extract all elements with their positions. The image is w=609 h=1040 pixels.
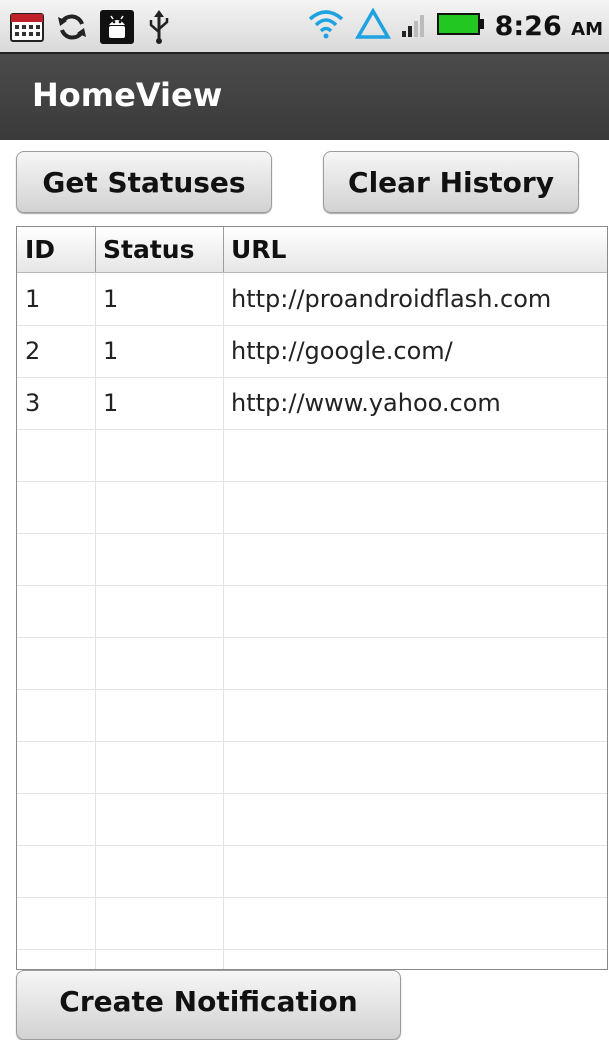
empty-table-row	[17, 741, 607, 794]
row-url: http://proandroidflash.com	[231, 285, 552, 313]
create-notification-button[interactable]: Create Notification	[16, 970, 401, 1040]
usb-icon	[146, 10, 172, 48]
status-bar: 8:26 AM	[0, 0, 609, 53]
battery-icon	[436, 11, 485, 41]
column-header-id[interactable]: ID	[17, 227, 95, 272]
empty-table-row	[17, 533, 607, 586]
page-title: HomeView	[32, 76, 223, 114]
table-row[interactable]: 2 1 http://google.com/	[17, 325, 607, 378]
header-divider	[223, 227, 224, 272]
title-bar: HomeView	[0, 52, 609, 140]
empty-table-row	[17, 481, 607, 534]
table-row[interactable]: 1 1 http://proandroidflash.com	[17, 273, 607, 326]
clock: 8:26 AM	[495, 11, 603, 42]
empty-table-row	[17, 689, 607, 742]
data-transfer-icon	[354, 7, 391, 44]
header-divider	[95, 227, 96, 272]
row-status: 1	[103, 337, 119, 365]
empty-table-row	[17, 637, 607, 690]
signal-icon	[401, 9, 427, 43]
status-table: ID Status URL 1 1 http://proandroidflash…	[16, 226, 608, 970]
empty-table-row	[17, 585, 607, 638]
column-header-url[interactable]: URL	[223, 227, 607, 272]
get-statuses-button[interactable]: Get Statuses	[16, 151, 272, 213]
row-id: 3	[25, 389, 41, 417]
empty-table-row	[17, 845, 607, 898]
empty-table-row	[17, 949, 607, 969]
table-row[interactable]: 3 1 http://www.yahoo.com	[17, 377, 607, 430]
row-status: 1	[103, 285, 119, 313]
row-url: http://www.yahoo.com	[231, 389, 501, 417]
column-header-status[interactable]: Status	[95, 227, 223, 272]
empty-table-row	[17, 897, 607, 950]
clock-ampm: AM	[571, 18, 603, 40]
clock-time: 8:26	[494, 10, 562, 42]
row-id: 1	[25, 285, 41, 313]
row-status: 1	[103, 389, 119, 417]
empty-table-row	[17, 429, 607, 482]
row-url: http://google.com/	[231, 337, 453, 365]
wifi-icon	[307, 9, 345, 43]
table-header: ID Status URL	[17, 227, 607, 273]
row-id: 2	[25, 337, 41, 365]
clear-history-button[interactable]: Clear History	[323, 151, 579, 213]
calendar-icon	[10, 12, 44, 46]
sync-icon	[56, 11, 88, 47]
android-debug-icon	[100, 10, 134, 48]
empty-table-row	[17, 793, 607, 846]
